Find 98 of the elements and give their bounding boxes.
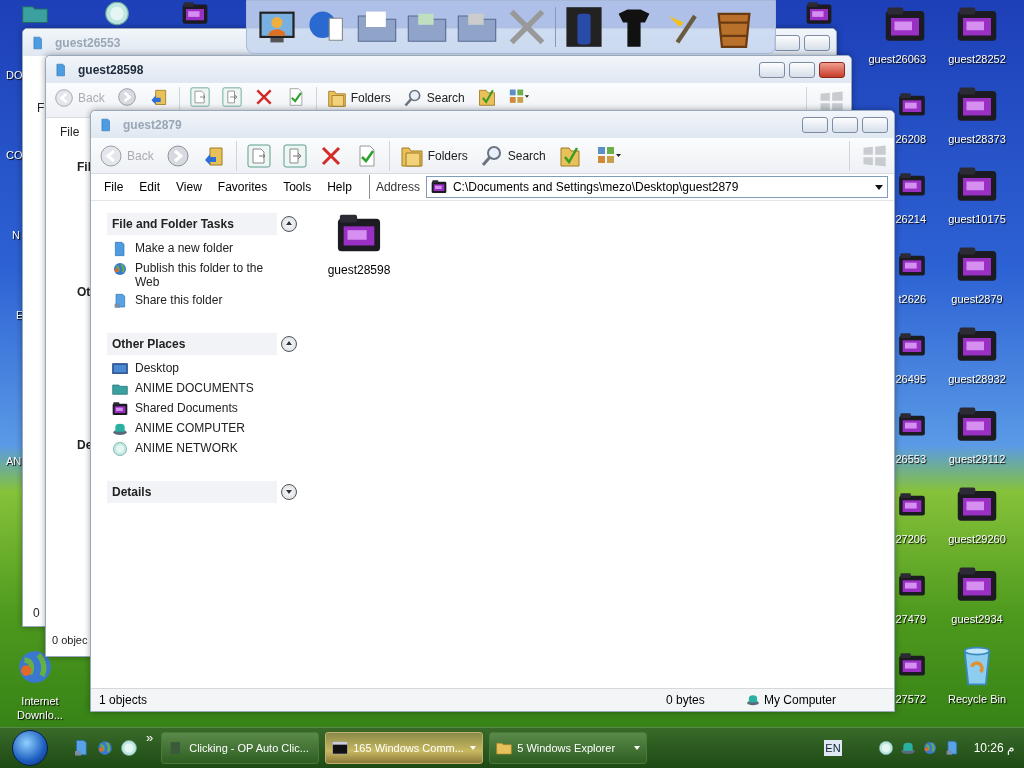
search-icon: [479, 143, 504, 168]
panel-title[interactable]: Details: [107, 481, 277, 503]
file-label[interactable]: guest28598: [327, 263, 391, 277]
status-text: My Computer: [764, 693, 837, 707]
menu-item[interactable]: View: [169, 180, 211, 194]
menu-item[interactable]: Edit: [132, 180, 170, 194]
folder-check-icon[interactable]: [476, 87, 497, 107]
expand-icon[interactable]: [281, 484, 297, 500]
folder-icon: [112, 401, 128, 417]
computer-icon: [746, 693, 760, 707]
close-button[interactable]: [862, 116, 888, 133]
quick-launch-icon[interactable]: [72, 739, 90, 757]
status-text: 0: [33, 606, 40, 620]
task-link[interactable]: ANIME DOCUMENTS: [135, 381, 254, 395]
panel-title[interactable]: Other Places: [107, 333, 277, 355]
folder-icon: [112, 381, 128, 397]
panel-heading[interactable]: Fil: [77, 160, 91, 174]
desktop-icon-label[interactable]: t2626: [898, 292, 926, 306]
toolbar-button[interactable]: Search: [400, 87, 467, 109]
move-icon[interactable]: [221, 87, 242, 107]
maximize-button[interactable]: [832, 116, 858, 133]
quick-launch-icon[interactable]: [120, 739, 138, 757]
folder-icon: [326, 88, 347, 108]
new-folder-icon: [112, 241, 128, 257]
panel-title[interactable]: File and Folder Tasks: [107, 213, 277, 235]
desktop-icon-label[interactable]: 26214: [895, 212, 926, 226]
folder-icon: [99, 116, 113, 133]
taskbar-button[interactable]: 5 Windows Explorer: [489, 732, 648, 764]
minimize-button[interactable]: [802, 116, 828, 133]
desktop-icon-label[interactable]: guest28373: [948, 132, 1006, 146]
desktop-icon-label[interactable]: N: [12, 229, 20, 241]
toolbar-button[interactable]: Folders: [397, 141, 470, 170]
window-title: guest28598: [78, 62, 144, 77]
menu-item[interactable]: F: [37, 101, 45, 115]
task-link[interactable]: ANIME COMPUTER: [135, 421, 245, 435]
desktop-icon-label[interactable]: guest2934: [951, 612, 1003, 626]
folder-icon: [31, 34, 45, 51]
desktop-icon-label[interactable]: 26495: [895, 372, 926, 386]
address-field[interactable]: C:\Documents and Settings\mezo\Desktop\guest2879: [425, 176, 888, 198]
clock: 10:26 م: [973, 741, 1014, 755]
folder-icon: [54, 61, 68, 78]
menu-item[interactable]: File: [60, 125, 80, 139]
desktop-icon-label[interactable]: 27479: [895, 612, 926, 626]
menu-item[interactable]: Tools: [276, 180, 321, 194]
desktop-icon-label[interactable]: CO: [6, 149, 23, 161]
toolbar-button[interactable]: Folders: [324, 87, 393, 109]
close-button[interactable]: [804, 34, 830, 51]
task-link[interactable]: ANIME NETWORK: [135, 441, 238, 455]
status-text: 0 bytes: [665, 693, 706, 707]
more-button[interactable]: »: [146, 730, 154, 745]
search-icon: [402, 88, 423, 108]
desktop-icon-label[interactable]: DO: [6, 69, 23, 81]
task-link[interactable]: Publish this folder to the Web: [135, 261, 270, 289]
console-icon: [332, 740, 349, 756]
computer-icon: [112, 421, 128, 437]
desktop-icon-label[interactable]: guest26063: [868, 52, 926, 66]
desktop-icon-label[interactable]: Recycle Bin: [947, 692, 1007, 706]
desktop-icon-label[interactable]: guest2879: [951, 292, 1003, 306]
language-indicator[interactable]: EN: [824, 740, 842, 756]
maximize-button[interactable]: [789, 61, 815, 78]
menu-item[interactable]: Help: [320, 180, 361, 194]
minimize-button[interactable]: [759, 61, 785, 78]
globe-icon: [112, 261, 128, 277]
toolbar-button[interactable]: Search: [477, 141, 548, 170]
desktop-icon-label[interactable]: E: [16, 309, 24, 321]
collapse-icon[interactable]: [281, 216, 297, 232]
desktop-icon-label[interactable]: 26208: [895, 132, 926, 146]
quick-launch-icon[interactable]: [96, 739, 114, 757]
status-text: 0 objec: [52, 634, 88, 646]
tray-icon[interactable]: [921, 740, 938, 756]
taskbar-button[interactable]: Clicking - OP Auto Clic...: [161, 732, 320, 764]
task-link[interactable]: Shared Documents: [135, 401, 238, 415]
task-link[interactable]: Desktop: [135, 361, 180, 375]
desktop-icon-label[interactable]: guest28252: [948, 52, 1006, 66]
window-title: guest26553: [55, 35, 121, 50]
maximize-button[interactable]: [774, 34, 800, 51]
desktop-icon-label[interactable]: guest10175: [948, 212, 1006, 226]
start-button[interactable]: [12, 730, 48, 766]
network-icon: [112, 441, 128, 457]
desktop-icon-label[interactable]: 27572: [895, 692, 926, 706]
status-text: 1 objects: [98, 693, 149, 707]
close-button[interactable]: [819, 61, 845, 78]
folder-icon: [430, 179, 447, 195]
desktop-icon: [112, 361, 128, 377]
collapse-icon[interactable]: [281, 336, 297, 352]
desktop-icon-label[interactable]: guest28932: [948, 372, 1006, 386]
folder-icon: [496, 740, 513, 756]
address-label: Address: [374, 180, 421, 194]
task-link[interactable]: Share this folder: [135, 293, 223, 307]
task-link[interactable]: Make a new folder: [135, 241, 234, 255]
menu-item[interactable]: File: [97, 180, 133, 194]
desktop-icon-label[interactable]: Internet Downlo...: [8, 694, 72, 722]
tray-icon[interactable]: [877, 740, 894, 756]
panel-heading[interactable]: Ot: [77, 285, 91, 299]
share-icon: [112, 293, 128, 309]
tray-icon[interactable]: [899, 740, 916, 756]
menu-item[interactable]: Favorites: [210, 180, 277, 194]
window-title: guest2879: [123, 117, 182, 132]
